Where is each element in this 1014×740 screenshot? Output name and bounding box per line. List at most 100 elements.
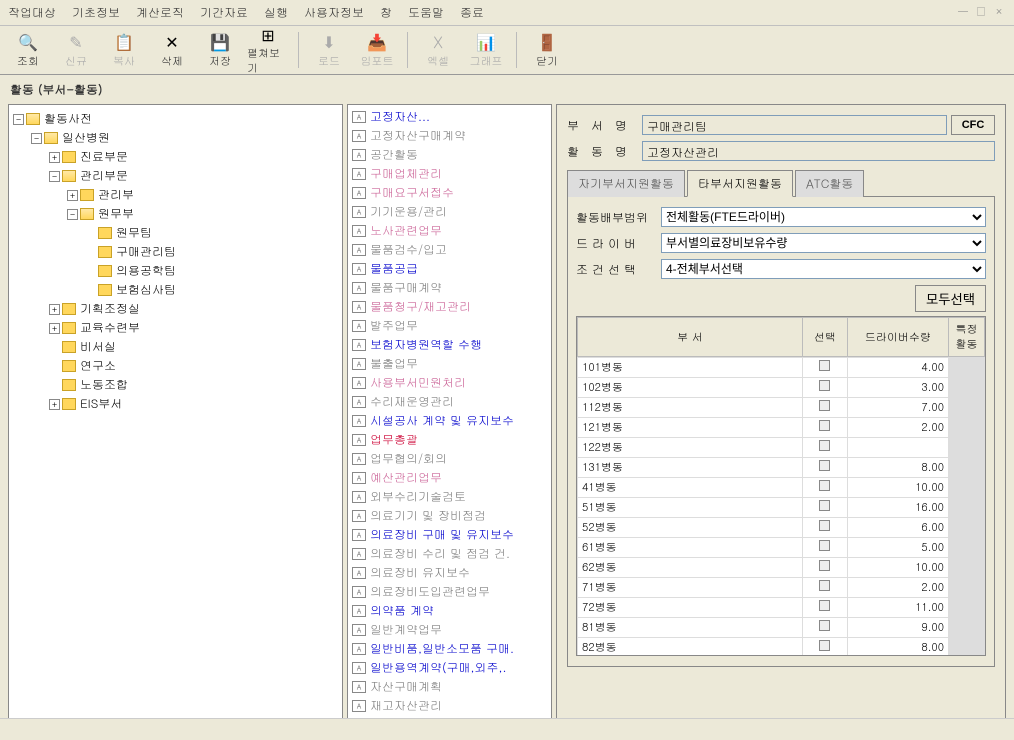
menu-item[interactable]: 기간자료 [200,4,248,21]
cell-select[interactable] [802,598,847,618]
cell-special[interactable] [949,558,985,578]
tab-other-support[interactable]: 타부서지원활동 [687,170,793,197]
tree-node[interactable]: 원무팀 [13,223,338,242]
cell-special[interactable] [949,458,985,478]
tree-node[interactable]: 노동조합 [13,375,338,394]
menu-item[interactable]: 계산로직 [136,4,184,21]
cell-special[interactable] [949,378,985,398]
expand-toggle-icon[interactable]: + [67,190,78,201]
table-row[interactable]: 61병동5.00 [578,538,985,558]
toolbar-저장[interactable]: 💾저장 [198,30,242,70]
activity-item[interactable]: A의료장비도입관련업무 [350,582,549,601]
activity-item[interactable]: A보험자병원역할 수행 [350,335,549,354]
cell-select[interactable] [802,558,847,578]
close-icon[interactable]: × [992,4,1006,18]
activity-item[interactable]: A일반계약업무 [350,620,549,639]
tree-node[interactable]: 보험심사팀 [13,280,338,299]
table-row[interactable]: 72병동11.00 [578,598,985,618]
activity-item[interactable]: A노사관련업무 [350,221,549,240]
table-row[interactable]: 51병동16.00 [578,498,985,518]
tree-node[interactable]: 연구소 [13,356,338,375]
activity-item[interactable]: A의료장비 유지보수 [350,563,549,582]
toolbar-조회[interactable]: 🔍조회 [6,30,50,70]
activity-item[interactable]: A물품검수/입고 [350,240,549,259]
table-row[interactable]: 81병동9.00 [578,618,985,638]
cell-special[interactable] [949,358,985,378]
cell-select[interactable] [802,398,847,418]
cell-select[interactable] [802,378,847,398]
cell-special[interactable] [949,578,985,598]
cell-select[interactable] [802,498,847,518]
cell-special[interactable] [949,418,985,438]
cell-select[interactable] [802,358,847,378]
toolbar-펼쳐보기[interactable]: ⊞펼쳐보기 [246,30,290,70]
checkbox-icon[interactable] [819,460,830,471]
cell-special[interactable] [949,518,985,538]
table-row[interactable]: 102병동3.00 [578,378,985,398]
tree-node[interactable]: +교육수련부 [13,318,338,337]
toolbar-삭제[interactable]: ✕삭제 [150,30,194,70]
checkbox-icon[interactable] [819,620,830,631]
cell-special[interactable] [949,498,985,518]
menu-item[interactable]: 실행 [264,4,288,21]
menu-item[interactable]: 창 [380,4,392,21]
menu-item[interactable]: 기초정보 [72,4,120,21]
expand-toggle-icon[interactable]: + [49,399,60,410]
menu-item[interactable]: 도움말 [408,4,444,21]
tree-node[interactable]: +진료부문 [13,147,338,166]
activity-item[interactable]: A예산관리업무 [350,468,549,487]
tab-self-support[interactable]: 자기부서지원활동 [567,170,685,197]
table-row[interactable]: 62병동10.00 [578,558,985,578]
activity-item[interactable]: A일반용역계약(구매,외주,. [350,658,549,677]
cfc-button[interactable]: CFC [951,115,995,135]
cell-select[interactable] [802,518,847,538]
cell-select[interactable] [802,418,847,438]
menu-item[interactable]: 작업대상 [8,4,56,21]
checkbox-icon[interactable] [819,360,830,371]
activity-item[interactable]: A물품청구/재고관리 [350,297,549,316]
toolbar-닫기[interactable]: 🚪닫기 [525,30,569,70]
checkbox-icon[interactable] [819,520,830,531]
table-row[interactable]: 52병동6.00 [578,518,985,538]
checkbox-icon[interactable] [819,380,830,391]
table-row[interactable]: 41병동10.00 [578,478,985,498]
activity-item[interactable]: A외부수리기술검토 [350,487,549,506]
driver-select[interactable]: 부서별의료장비보유수량 [661,233,986,253]
table-row[interactable]: 122병동 [578,438,985,458]
activity-item[interactable]: A의료장비 구매 및 유지보수 [350,525,549,544]
activity-item[interactable]: A구매요구서접수 [350,183,549,202]
cell-special[interactable] [949,598,985,618]
cell-special[interactable] [949,618,985,638]
activity-item[interactable]: A고정자산구매계약 [350,126,549,145]
cell-select[interactable] [802,578,847,598]
cell-select[interactable] [802,638,847,657]
checkbox-icon[interactable] [819,580,830,591]
activity-item[interactable]: A사용부서민원처리 [350,373,549,392]
activity-item[interactable]: A수리재운영관리 [350,392,549,411]
checkbox-icon[interactable] [819,500,830,511]
cell-select[interactable] [802,458,847,478]
cell-select[interactable] [802,438,847,458]
activity-item[interactable]: A업무총괄 [350,430,549,449]
tree-node[interactable]: +관리부 [13,185,338,204]
expand-toggle-icon[interactable]: + [49,323,60,334]
cell-special[interactable] [949,398,985,418]
activity-item[interactable]: A물품구매계약 [350,278,549,297]
activity-item[interactable]: A물품공급 [350,259,549,278]
checkbox-icon[interactable] [819,640,830,651]
menu-item[interactable]: 사용자정보 [304,4,364,21]
cell-select[interactable] [802,478,847,498]
table-row[interactable]: 131병동8.00 [578,458,985,478]
activity-item[interactable]: A재고자산관리 [350,696,549,715]
activity-item[interactable]: A자산구매계획 [350,677,549,696]
activity-item[interactable]: A의약품 계약 [350,601,549,620]
activity-item[interactable]: A업무협의/회의 [350,449,549,468]
activity-item[interactable]: A발주업무 [350,316,549,335]
table-row[interactable]: 82병동8.00 [578,638,985,657]
activity-item[interactable]: A기기운용/관리 [350,202,549,221]
expand-toggle-icon[interactable]: - [49,171,60,182]
table-row[interactable]: 71병동2.00 [578,578,985,598]
tree-node[interactable]: +EIS부서 [13,394,338,413]
expand-toggle-icon[interactable]: - [31,133,42,144]
cell-special[interactable] [949,538,985,558]
